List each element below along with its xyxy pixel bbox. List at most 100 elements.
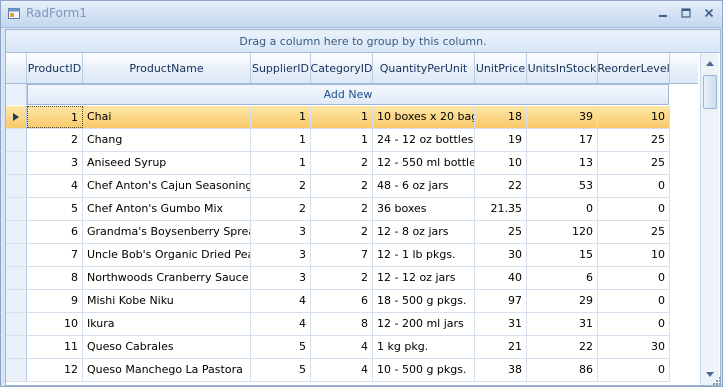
table-row[interactable]: 1 Chai 1 1 10 boxes x 20 bags 18 39 10 xyxy=(6,106,670,129)
cell-supplierid[interactable]: 1 xyxy=(251,129,311,151)
cell-unitprice[interactable]: 18 xyxy=(475,106,527,128)
cell-unitsinstock[interactable]: 6 xyxy=(527,267,598,289)
cell-productid[interactable]: 7 xyxy=(27,244,83,266)
cell-productname[interactable]: Grandma's Boysenberry Spread xyxy=(83,221,251,243)
cell-reorderlevel[interactable]: 10 xyxy=(598,106,670,128)
cell-productid[interactable]: 1 xyxy=(27,106,83,128)
table-row[interactable]: 3 Aniseed Syrup 1 2 12 - 550 ml bottles 10 13 2… xyxy=(6,152,670,175)
cell-productname[interactable]: Queso Manchego La Pastora xyxy=(83,359,251,381)
cell-reorderlevel[interactable]: 25 xyxy=(598,129,670,151)
cell-reorderlevel[interactable]: 0 xyxy=(598,290,670,312)
row-indicator[interactable] xyxy=(6,152,27,174)
cell-productid[interactable]: 2 xyxy=(27,129,83,151)
cell-quantityperunit[interactable]: 10 - 500 g pkgs. xyxy=(373,359,475,381)
cell-quantityperunit[interactable]: 1 kg pkg. xyxy=(373,336,475,358)
cell-productname[interactable]: Queso Cabrales xyxy=(83,336,251,358)
cell-supplierid[interactable]: 2 xyxy=(251,198,311,220)
cell-reorderlevel[interactable]: 25 xyxy=(598,221,670,243)
cell-unitprice[interactable]: 40 xyxy=(475,267,527,289)
cell-unitsinstock[interactable]: 13 xyxy=(527,152,598,174)
column-header-unitsinstock[interactable]: UnitsInStock xyxy=(527,53,598,83)
cell-productid[interactable]: 4 xyxy=(27,175,83,197)
row-indicator[interactable] xyxy=(6,313,27,335)
cell-unitprice[interactable]: 30 xyxy=(475,244,527,266)
group-panel[interactable]: Drag a column here to group by this colu… xyxy=(6,30,720,53)
column-header-supplierid[interactable]: SupplierID xyxy=(251,53,311,83)
cell-unitsinstock[interactable]: 22 xyxy=(527,336,598,358)
add-new-row[interactable]: Add New xyxy=(27,84,669,105)
cell-categoryid[interactable]: 7 xyxy=(311,244,373,266)
cell-productname[interactable]: Aniseed Syrup xyxy=(83,152,251,174)
cell-quantityperunit[interactable]: 12 - 200 ml jars xyxy=(373,313,475,335)
cell-categoryid[interactable]: 2 xyxy=(311,267,373,289)
close-button[interactable] xyxy=(701,6,717,20)
cell-reorderlevel[interactable]: 0 xyxy=(598,359,670,381)
cell-productname[interactable]: Chef Anton's Gumbo Mix xyxy=(83,198,251,220)
cell-reorderlevel[interactable]: 25 xyxy=(598,152,670,174)
cell-unitsinstock[interactable]: 31 xyxy=(527,313,598,335)
row-indicator[interactable] xyxy=(6,359,27,381)
title-bar[interactable]: RadForm1 xyxy=(1,1,722,28)
cell-unitsinstock[interactable]: 53 xyxy=(527,175,598,197)
cell-unitprice[interactable]: 21 xyxy=(475,336,527,358)
cell-supplierid[interactable]: 3 xyxy=(251,267,311,289)
cell-productid[interactable]: 3 xyxy=(27,152,83,174)
cell-quantityperunit[interactable]: 48 - 6 oz jars xyxy=(373,175,475,197)
cell-productid[interactable]: 6 xyxy=(27,221,83,243)
cell-categoryid[interactable]: 2 xyxy=(311,221,373,243)
cell-categoryid[interactable]: 2 xyxy=(311,175,373,197)
row-indicator[interactable] xyxy=(6,129,27,151)
table-row[interactable]: 5 Chef Anton's Gumbo Mix 2 2 36 boxes 21.35 0 0 xyxy=(6,198,670,221)
column-header-quantityperunit[interactable]: QuantityPerUnit xyxy=(373,53,475,83)
cell-quantityperunit[interactable]: 18 - 500 g pkgs. xyxy=(373,290,475,312)
scroll-thumb[interactable] xyxy=(703,75,717,109)
row-indicator[interactable] xyxy=(6,221,27,243)
cell-quantityperunit[interactable]: 12 - 8 oz jars xyxy=(373,221,475,243)
cell-categoryid[interactable]: 1 xyxy=(311,106,373,128)
cell-unitsinstock[interactable]: 17 xyxy=(527,129,598,151)
cell-quantityperunit[interactable]: 12 - 550 ml bottles xyxy=(373,152,475,174)
cell-reorderlevel[interactable]: 30 xyxy=(598,336,670,358)
cell-categoryid[interactable]: 4 xyxy=(311,359,373,381)
table-row[interactable]: 11 Queso Cabrales 5 4 1 kg pkg. 21 22 30 xyxy=(6,336,670,359)
column-header-productname[interactable]: ProductName xyxy=(83,53,251,83)
cell-productname[interactable]: Chef Anton's Cajun Seasoning xyxy=(83,175,251,197)
cell-productname[interactable]: Chai xyxy=(83,106,251,128)
cell-productname[interactable]: Chang xyxy=(83,129,251,151)
cell-supplierid[interactable]: 3 xyxy=(251,221,311,243)
cell-reorderlevel[interactable]: 0 xyxy=(598,267,670,289)
cell-quantityperunit[interactable]: 12 - 12 oz jars xyxy=(373,267,475,289)
cell-unitsinstock[interactable]: 29 xyxy=(527,290,598,312)
cell-supplierid[interactable]: 1 xyxy=(251,106,311,128)
cell-unitsinstock[interactable]: 39 xyxy=(527,106,598,128)
row-indicator[interactable] xyxy=(6,244,27,266)
table-row[interactable]: 4 Chef Anton's Cajun Seasoning 2 2 48 - 6 oz… xyxy=(6,175,670,198)
cell-supplierid[interactable]: 5 xyxy=(251,336,311,358)
row-indicator[interactable] xyxy=(6,106,27,128)
table-row[interactable]: 6 Grandma's Boysenberry Spread 3 2 12 - 8 oz… xyxy=(6,221,670,244)
minimize-button[interactable] xyxy=(655,6,671,20)
cell-productname[interactable]: Mishi Kobe Niku xyxy=(83,290,251,312)
cell-quantityperunit[interactable]: 12 - 1 lb pkgs. xyxy=(373,244,475,266)
column-header-categoryid[interactable]: CategoryID xyxy=(311,53,373,83)
data-grid[interactable]: Drag a column here to group by this colu… xyxy=(5,29,721,386)
cell-productid[interactable]: 12 xyxy=(27,359,83,381)
cell-categoryid[interactable]: 2 xyxy=(311,152,373,174)
resize-grip-icon[interactable] xyxy=(710,374,722,386)
cell-productname[interactable]: Northwoods Cranberry Sauce xyxy=(83,267,251,289)
cell-unitprice[interactable]: 22 xyxy=(475,175,527,197)
cell-reorderlevel[interactable]: 10 xyxy=(598,244,670,266)
row-indicator[interactable] xyxy=(6,175,27,197)
cell-productid[interactable]: 5 xyxy=(27,198,83,220)
table-row[interactable]: 10 Ikura 4 8 12 - 200 ml jars 31 31 0 xyxy=(6,313,670,336)
row-indicator[interactable] xyxy=(6,336,27,358)
cell-supplierid[interactable]: 5 xyxy=(251,359,311,381)
scroll-up-button[interactable] xyxy=(702,55,718,71)
cell-supplierid[interactable]: 1 xyxy=(251,152,311,174)
cell-unitsinstock[interactable]: 15 xyxy=(527,244,598,266)
cell-productname[interactable]: Ikura xyxy=(83,313,251,335)
cell-categoryid[interactable]: 8 xyxy=(311,313,373,335)
cell-quantityperunit[interactable]: 24 - 12 oz bottles xyxy=(373,129,475,151)
table-row[interactable]: 8 Northwoods Cranberry Sauce 3 2 12 - 12 oz … xyxy=(6,267,670,290)
cell-categoryid[interactable]: 4 xyxy=(311,336,373,358)
